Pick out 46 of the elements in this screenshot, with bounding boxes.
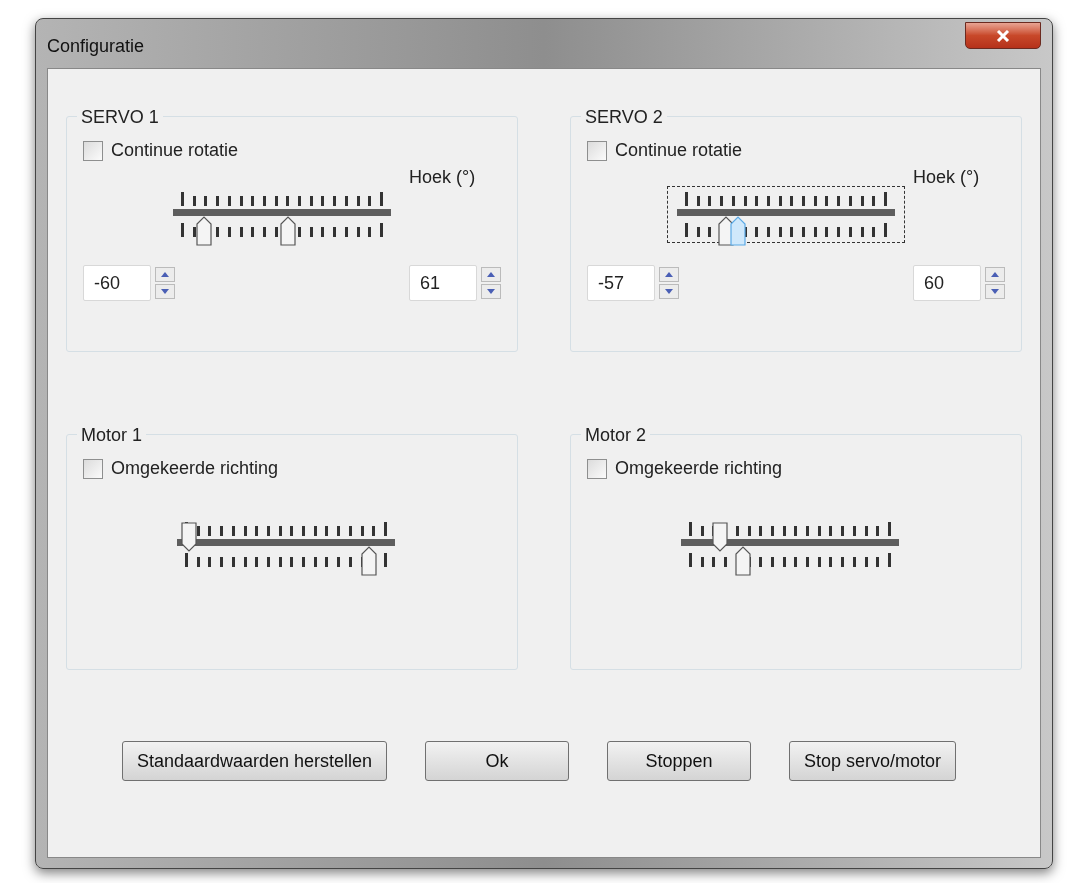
close-button[interactable] [965, 22, 1041, 49]
angle-label: Hoek (°) [409, 166, 476, 189]
spin-down-button[interactable] [481, 284, 501, 299]
spin-up-button[interactable] [659, 267, 679, 282]
up-arrow-icon [487, 272, 495, 277]
up-arrow-icon [665, 272, 673, 277]
dialog-button[interactable]: Stop servo/motor [789, 741, 957, 781]
up-arrow-icon [161, 272, 169, 277]
down-arrow-icon [665, 289, 673, 294]
number-field[interactable]: 61 [409, 265, 477, 301]
checkbox[interactable] [83, 458, 103, 479]
checkbox-label: Continue rotatie [111, 139, 239, 162]
checkbox[interactable] [587, 458, 607, 479]
slider-thumb[interactable] [717, 216, 734, 246]
spin-down-button[interactable] [985, 284, 1005, 299]
slider-thumb[interactable] [735, 546, 752, 576]
number-field[interactable]: 60 [913, 265, 981, 301]
spin-down-button[interactable] [155, 284, 175, 299]
down-arrow-icon [161, 289, 169, 294]
checkbox[interactable] [587, 140, 607, 161]
slider-thumb[interactable] [729, 216, 746, 246]
slider-thumb[interactable] [181, 522, 197, 552]
spin-down-button[interactable] [659, 284, 679, 299]
slider-thumb[interactable] [361, 546, 378, 576]
down-arrow-icon [487, 289, 495, 294]
checkbox-label: Omgekeerde richting [111, 457, 279, 480]
checkbox[interactable] [83, 140, 103, 161]
dialog-button[interactable]: Standaardwaarden herstellen [121, 741, 388, 781]
slider-thumb[interactable] [196, 216, 213, 246]
number-field[interactable]: -60 [83, 265, 151, 301]
down-arrow-icon [991, 289, 999, 294]
spin-up-button[interactable] [481, 267, 501, 282]
angle-label: Hoek (°) [913, 166, 980, 189]
dialog-button[interactable]: Ok [425, 741, 570, 781]
number-field[interactable]: -57 [587, 265, 655, 301]
slider-thumb[interactable] [279, 216, 296, 246]
spin-up-button[interactable] [985, 267, 1005, 282]
spin-up-button[interactable] [155, 267, 175, 282]
checkbox-label: Continue rotatie [615, 139, 743, 162]
window-title: Configuratie [47, 35, 145, 58]
close-icon [996, 29, 1010, 42]
slider-thumb[interactable] [712, 522, 729, 552]
up-arrow-icon [991, 272, 999, 277]
dialog-button[interactable]: Stoppen [607, 741, 752, 781]
checkbox-label: Omgekeerde richting [615, 457, 783, 480]
range-slider[interactable] [667, 186, 905, 243]
